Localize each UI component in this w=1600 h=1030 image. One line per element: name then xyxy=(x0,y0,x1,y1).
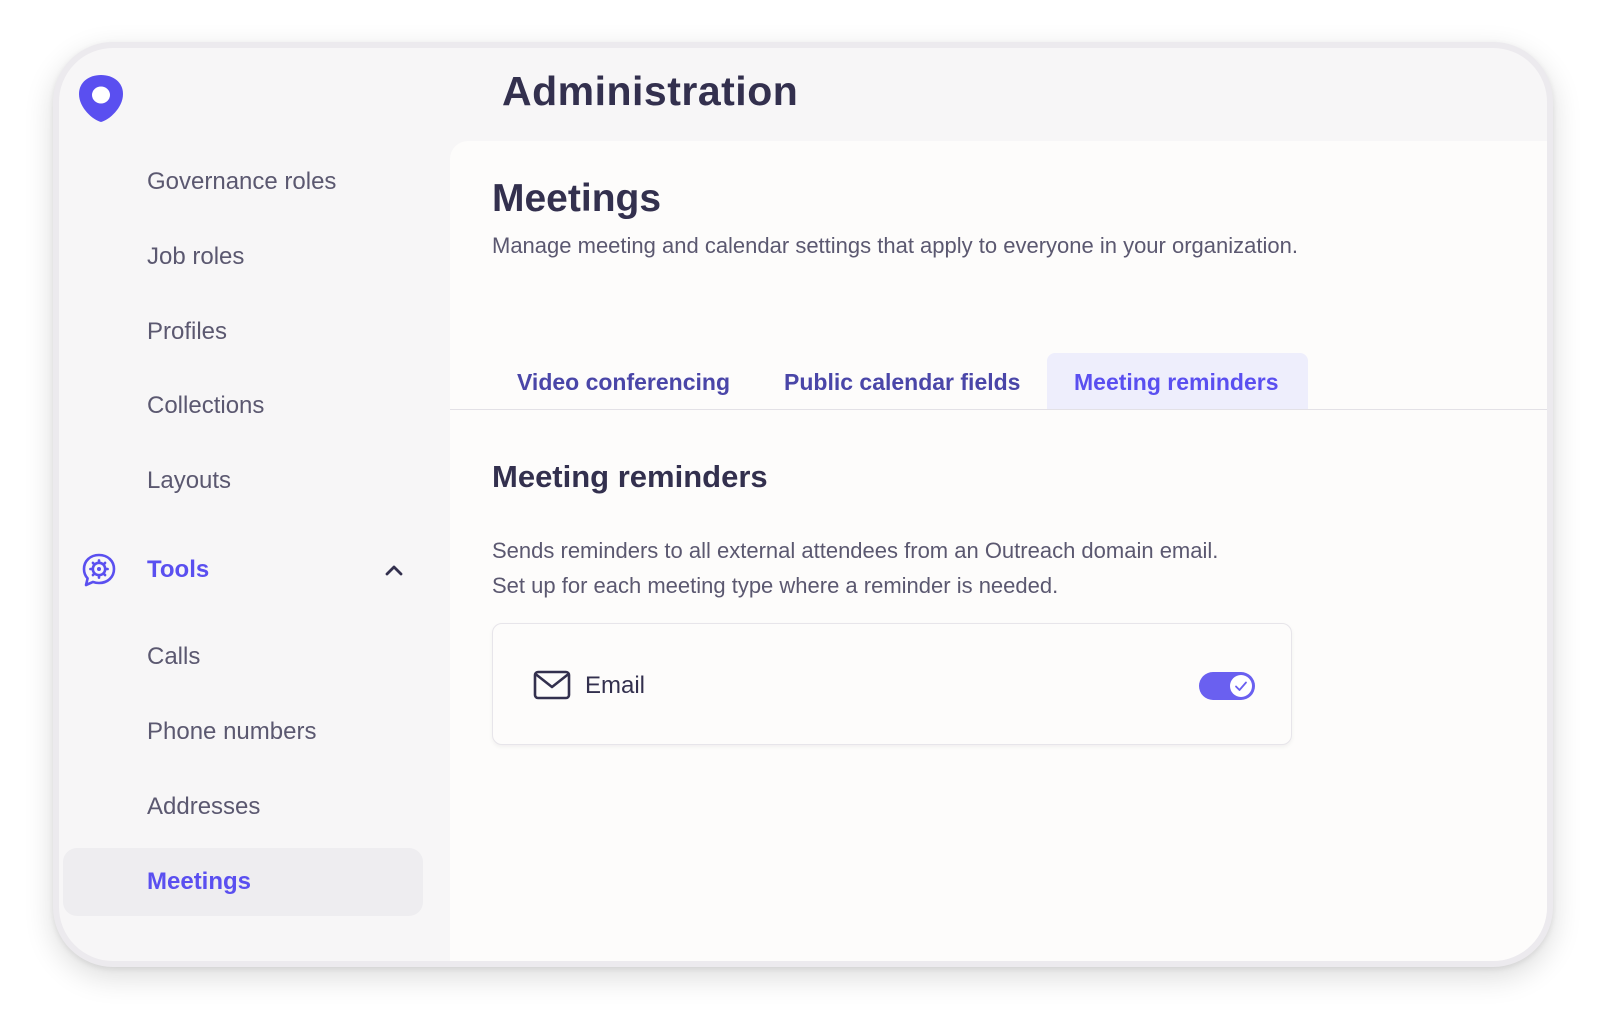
page-title: Meetings xyxy=(492,177,662,220)
page-subtitle: Manage meeting and calendar settings tha… xyxy=(492,233,1298,258)
sidebar-item-profiles[interactable]: Profiles xyxy=(147,318,227,346)
app-title: Administration xyxy=(502,68,799,114)
tab-bar: Video conferencing Public calendar field… xyxy=(450,353,1547,410)
sidebar-item-layouts[interactable]: Layouts xyxy=(147,467,231,495)
section-description-line-2: Set up for each meeting type where a rem… xyxy=(492,573,1059,598)
gear-chat-icon xyxy=(79,550,119,590)
toggle-knob xyxy=(1230,675,1252,697)
sidebar-group-tools[interactable]: Tools xyxy=(59,546,451,596)
mail-icon xyxy=(533,670,571,700)
email-reminder-toggle[interactable] xyxy=(1199,672,1255,700)
section-description: Sends reminders to all external attendee… xyxy=(492,533,1218,603)
email-reminder-card: Email xyxy=(492,623,1292,745)
section-title: Meeting reminders xyxy=(492,459,768,494)
tab-video-conferencing[interactable]: Video conferencing xyxy=(490,353,757,409)
check-icon xyxy=(1235,681,1247,691)
sidebar: Governance roles Job roles Profiles Coll… xyxy=(59,148,451,961)
tab-meeting-reminders[interactable]: Meeting reminders xyxy=(1047,353,1308,409)
sidebar-item-governance-roles[interactable]: Governance roles xyxy=(147,168,336,196)
main-content: Meetings Manage meeting and calendar set… xyxy=(450,141,1547,961)
section-description-line-1: Sends reminders to all external attendee… xyxy=(492,538,1219,563)
sidebar-item-collections[interactable]: Collections xyxy=(147,392,264,420)
sidebar-item-calls[interactable]: Calls xyxy=(147,643,200,671)
outreach-logo-icon[interactable] xyxy=(77,72,125,124)
chevron-up-icon[interactable] xyxy=(383,560,405,582)
sidebar-item-phone-numbers[interactable]: Phone numbers xyxy=(147,718,316,746)
app-window: Administration Governance roles Job role… xyxy=(53,42,1553,967)
tab-public-calendar-fields[interactable]: Public calendar fields xyxy=(757,353,1047,409)
sidebar-group-label: Tools xyxy=(147,556,210,583)
sidebar-item-addresses[interactable]: Addresses xyxy=(147,793,260,821)
sidebar-item-meetings[interactable]: Meetings xyxy=(63,848,423,916)
email-label: Email xyxy=(585,672,646,699)
sidebar-item-job-roles[interactable]: Job roles xyxy=(147,243,244,271)
sidebar-item-label: Meetings xyxy=(147,868,252,895)
